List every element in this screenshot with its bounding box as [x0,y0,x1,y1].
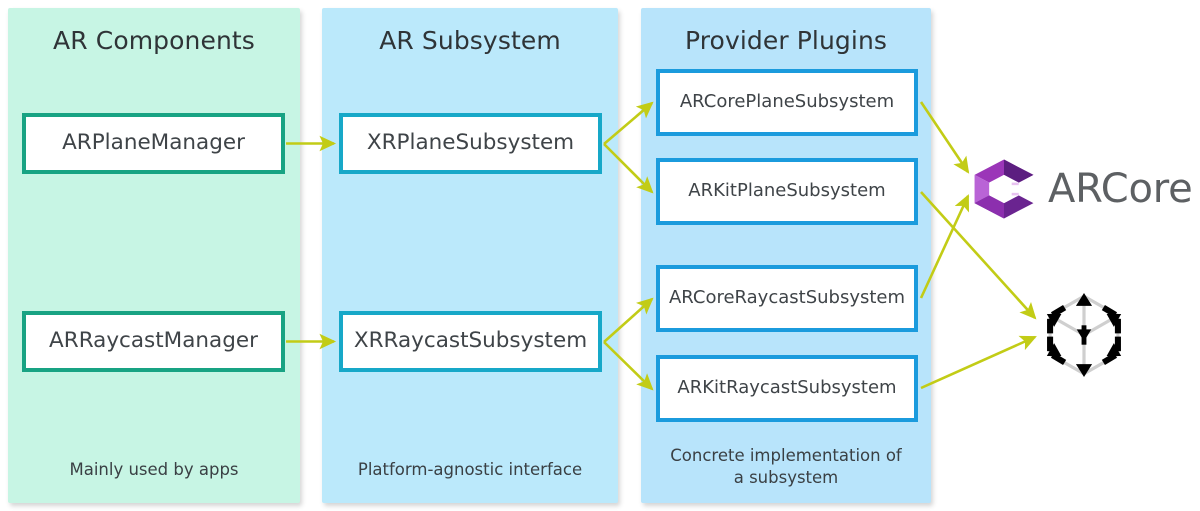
column-title-provider-plugins: Provider Plugins [684,26,888,55]
column-caption-provider-plugins: Concrete implementation of a subsystem [649,445,923,489]
node-label: XRPlaneSubsystem [366,130,575,156]
node-label: ARKitRaycastSubsystem [677,377,897,399]
arrow-arkitraycastsubsystem-to-arkit [920,335,1037,390]
node-xrplanesubsystem[interactable]: XRPlaneSubsystem [339,113,602,174]
arcore-logo-icon [974,159,1034,219]
column-caption-ar-subsystem: Platform-agnostic interface [357,460,583,480]
node-label: ARPlaneManager [62,130,245,156]
column-ar-subsystem: AR Subsystem Platform-agnostic interface [322,8,618,503]
column-title-ar-components: AR Components [53,26,255,55]
arkit-cube-icon [1046,293,1122,377]
platform-arcore: ARCore [972,150,1200,228]
node-arcoreraycastsubsystem[interactable]: ARCoreRaycastSubsystem [656,265,918,332]
column-title-ar-subsystem: AR Subsystem [379,26,561,55]
node-label: ARRaycastManager [49,328,258,354]
column-caption-ar-components: Mainly used by apps [69,460,239,480]
node-arkitplanesubsystem[interactable]: ARKitPlaneSubsystem [656,158,918,225]
node-arkitraycastsubsystem[interactable]: ARKitRaycastSubsystem [656,355,918,422]
column-ar-components: AR Components Mainly used by apps [8,8,300,503]
node-arraycastmanager[interactable]: ARRaycastManager [22,311,285,372]
node-label: ARKitPlaneSubsystem [688,180,886,202]
node-arcoreplanesubsystem[interactable]: ARCorePlaneSubsystem [656,69,918,136]
node-label: XRRaycastSubsystem [353,328,588,354]
node-xrraycastsubsystem[interactable]: XRRaycastSubsystem [339,311,602,372]
arcore-wordmark: ARCore [1048,166,1193,212]
diagram-canvas: AR Components Mainly used by apps ARPlan… [0,0,1200,511]
node-label: ARCoreRaycastSubsystem [668,287,906,309]
node-arplanemanager[interactable]: ARPlaneManager [22,113,285,174]
node-label: ARCorePlaneSubsystem [679,91,895,113]
column-caption-line-2: a subsystem [733,468,839,488]
column-caption-line-1: Concrete implementation of [670,446,902,466]
